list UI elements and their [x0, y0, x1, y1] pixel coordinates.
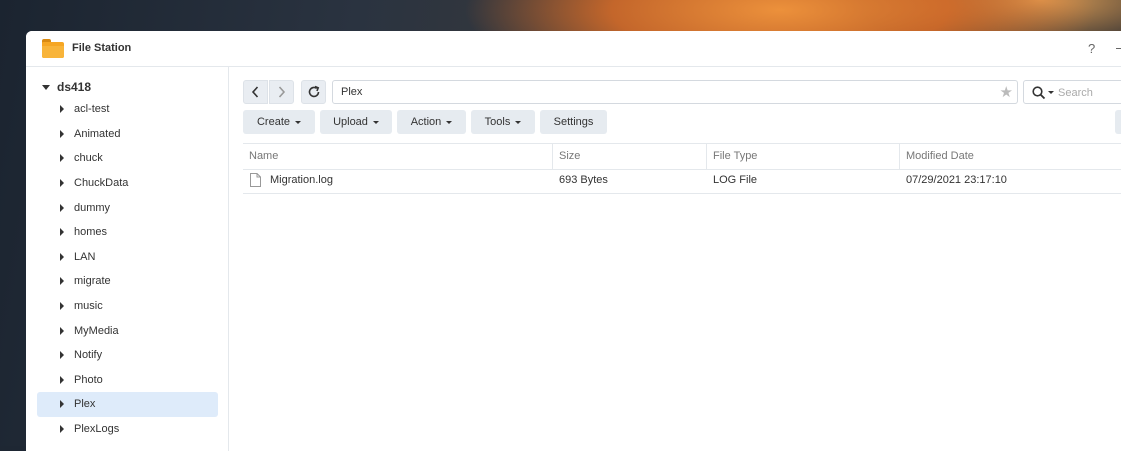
- tree-item-label: Photo: [74, 373, 103, 386]
- tree-item-label: homes: [74, 226, 108, 239]
- upload-button[interactable]: Upload: [320, 110, 392, 134]
- column-header-name[interactable]: Name: [243, 144, 552, 169]
- caret-down-icon: [446, 120, 453, 124]
- tree-item-acl-test[interactable]: acl-test: [37, 97, 218, 122]
- settings-button[interactable]: Settings: [540, 110, 607, 134]
- tree-item-label: Animated: [74, 127, 121, 140]
- star-icon[interactable]: ★: [1000, 83, 1013, 101]
- action-button[interactable]: Action: [397, 110, 466, 134]
- tree-item-label: dummy: [74, 201, 111, 214]
- action-label: Action: [410, 116, 442, 128]
- column-header-file-type[interactable]: File Type: [706, 144, 899, 169]
- caret-right-icon[interactable]: [60, 252, 64, 261]
- tools-label: Tools: [484, 116, 511, 128]
- path-bar[interactable]: Plex ★: [332, 80, 1018, 104]
- file-icon: [250, 173, 261, 187]
- tree-item-chuck[interactable]: chuck: [37, 146, 218, 171]
- tree-item-label: chuck: [74, 152, 103, 165]
- tools-button[interactable]: Tools: [471, 110, 535, 134]
- tree-item-photo[interactable]: Photo: [37, 368, 218, 393]
- tree-item-migrate[interactable]: migrate: [37, 269, 218, 294]
- tree-item-label: Notify: [74, 349, 103, 362]
- caret-right-icon[interactable]: [60, 179, 64, 188]
- tree-item-lan[interactable]: LAN: [37, 245, 218, 270]
- caret-right-icon[interactable]: [60, 425, 64, 434]
- tree-item-label: ChuckData: [74, 177, 129, 190]
- tree-root-ds418[interactable]: ds418: [42, 77, 91, 97]
- caret-right-icon[interactable]: [60, 375, 64, 384]
- tree-item-plex[interactable]: Plex: [37, 392, 218, 417]
- current-path: Plex: [341, 86, 363, 98]
- upload-label: Upload: [333, 116, 368, 128]
- caret-down-icon: [515, 120, 522, 124]
- tree-item-label: PlexLogs: [74, 423, 120, 436]
- tree-item-chuckdata[interactable]: ChuckData: [37, 171, 218, 196]
- tree-item-label: migrate: [74, 275, 111, 288]
- shared-folder-list: acl-test Animated chuck ChuckData dummy …: [37, 97, 218, 441]
- search-input[interactable]: Search: [1023, 80, 1121, 104]
- refresh-button[interactable]: [301, 80, 326, 104]
- create-button[interactable]: Create: [243, 110, 315, 134]
- tree-item-dummy[interactable]: dummy: [37, 195, 218, 220]
- file-station-window: File Station ? ds418 acl-test Animated c…: [26, 31, 1121, 451]
- create-label: Create: [256, 116, 291, 128]
- tree-item-music[interactable]: music: [37, 294, 218, 319]
- caret-down-icon: [295, 120, 302, 124]
- tree-item-animated[interactable]: Animated: [37, 122, 218, 147]
- caret-right-icon[interactable]: [60, 400, 64, 409]
- folder-icon: [42, 39, 64, 58]
- chevron-right-icon: [278, 86, 286, 98]
- caret-right-icon[interactable]: [60, 129, 64, 138]
- file-name-cell: Migration.log: [243, 168, 552, 193]
- caret-down-icon[interactable]: [42, 84, 50, 90]
- help-button[interactable]: ?: [1088, 41, 1095, 56]
- caret-right-icon[interactable]: [60, 326, 64, 335]
- caret-right-icon[interactable]: [60, 351, 64, 360]
- refresh-icon: [308, 85, 320, 98]
- file-list-panel: Plex ★ Search Create Upload Action Tools…: [229, 67, 1121, 451]
- tree-item-mymedia[interactable]: MyMedia: [37, 318, 218, 343]
- file-size-cell: 693 Bytes: [559, 174, 608, 186]
- file-type-cell: LOG File: [713, 174, 758, 186]
- tree-item-label: Plex: [74, 398, 96, 411]
- forward-button[interactable]: [269, 80, 294, 104]
- caret-right-icon[interactable]: [60, 154, 64, 163]
- tree-item-label: music: [74, 300, 103, 313]
- caret-right-icon[interactable]: [60, 203, 64, 212]
- tree-item-notify[interactable]: Notify: [37, 343, 218, 368]
- modified-date-cell: 07/29/2021 23:17:10: [906, 174, 1007, 186]
- minimize-icon[interactable]: [1116, 48, 1121, 49]
- settings-label: Settings: [553, 116, 594, 128]
- window-title: File Station: [72, 42, 132, 54]
- tree-root-label: ds418: [57, 80, 92, 94]
- tree-item-plexlogs[interactable]: PlexLogs: [37, 417, 218, 442]
- folder-tree: ds418 acl-test Animated chuck ChuckData …: [26, 67, 229, 451]
- table-row[interactable]: Migration.log 693 Bytes LOG File 07/29/2…: [243, 168, 1121, 194]
- search-placeholder: Search: [1058, 87, 1093, 99]
- title-bar[interactable]: File Station ?: [26, 31, 1121, 67]
- caret-down-icon: [372, 120, 379, 124]
- file-name: Migration.log: [270, 174, 333, 186]
- search-icon: [1032, 86, 1046, 100]
- column-header-size[interactable]: Size: [552, 144, 706, 169]
- caret-right-icon[interactable]: [60, 277, 64, 286]
- caret-right-icon[interactable]: [60, 228, 64, 237]
- table-header: Name Size File Type Modified Date: [243, 143, 1121, 170]
- chevron-left-icon: [251, 86, 259, 98]
- tree-item-label: MyMedia: [74, 324, 119, 337]
- caret-right-icon[interactable]: [60, 302, 64, 311]
- caret-down-icon[interactable]: [1048, 91, 1054, 94]
- tree-item-label: acl-test: [74, 103, 110, 116]
- back-button[interactable]: [243, 80, 268, 104]
- view-toggle-button[interactable]: [1115, 110, 1121, 134]
- tree-item-label: LAN: [74, 250, 96, 263]
- tree-item-homes[interactable]: homes: [37, 220, 218, 245]
- column-header-modified-date[interactable]: Modified Date: [899, 144, 1121, 169]
- caret-right-icon[interactable]: [60, 105, 64, 114]
